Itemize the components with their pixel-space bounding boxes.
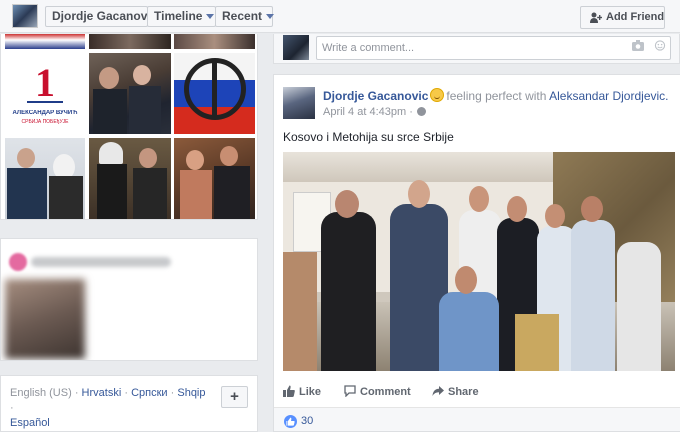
separator: ·	[10, 402, 14, 414]
photo-thumbnail[interactable]	[174, 138, 255, 219]
photo-thumbnail[interactable]	[89, 53, 171, 134]
camera-icon[interactable]	[632, 40, 644, 51]
emoji-icon[interactable]	[654, 40, 666, 51]
post-text: Kosovo i Metohija su srce Srbije	[283, 130, 454, 144]
profile-header-bar: Djordje Gacanovic Timeline Recent Add Fr…	[0, 0, 680, 33]
separator: ·	[124, 387, 129, 399]
recent-dropdown[interactable]: Recent	[215, 6, 275, 27]
add-friend-button[interactable]: Add Friend	[580, 6, 665, 29]
poster-caption: АЛЕКСАНДАР ВУЧИЋ	[12, 110, 78, 116]
photo-thumbnail[interactable]	[89, 34, 171, 49]
language-link-hrvatski[interactable]: Hrvatski	[82, 387, 122, 399]
post-header: Djordje Gacanovic feeling perfect with Al…	[323, 88, 673, 103]
thumbs-up-icon	[283, 385, 295, 397]
share-label: Share	[448, 386, 479, 398]
separator: ·	[74, 387, 79, 399]
post-actions-bar: Like Comment Share	[274, 381, 680, 403]
photo-thumbnail[interactable]	[5, 34, 85, 49]
smile-emoji-icon	[430, 88, 445, 102]
recent-label: Recent	[222, 9, 263, 23]
more-languages-button[interactable]: +	[221, 386, 248, 408]
globe-icon	[416, 107, 426, 116]
add-friend-label: Add Friend	[606, 11, 665, 23]
comment-bubble-icon	[344, 385, 356, 398]
language-current: English (US)	[10, 387, 72, 399]
timestamp-text: April 4 at 4:43pm ·	[323, 106, 413, 118]
photo-thumbnail[interactable]	[5, 138, 85, 219]
comment-input[interactable]: Write a comment...	[316, 36, 671, 60]
friends-icon	[9, 253, 27, 271]
poster-underline	[27, 101, 63, 103]
language-link-srpski[interactable]: Српски	[131, 387, 167, 399]
author-avatar[interactable]	[283, 87, 315, 119]
reactions-summary: 30	[274, 407, 680, 431]
tagged-friend-link[interactable]: Aleksandar Djordjevic.	[549, 89, 668, 103]
poster-number: 1	[35, 60, 55, 105]
photo-thumbnail[interactable]	[89, 138, 171, 219]
comment-button[interactable]: Comment	[344, 385, 411, 398]
footer-links-cutoff	[0, 425, 258, 432]
post-timestamp[interactable]: April 4 at 4:43pm ·	[323, 106, 426, 118]
photo-flag-peace[interactable]	[174, 53, 255, 134]
blurred-friends-card	[0, 238, 258, 361]
poster-slogan: СРБИЈА ПОБЕђУЈЕ	[21, 119, 69, 125]
profile-avatar-thumbnail[interactable]	[12, 4, 38, 28]
like-button[interactable]: Like	[283, 385, 321, 398]
blurred-heading	[31, 257, 171, 267]
chevron-down-icon	[266, 14, 275, 20]
photo-vucic-poster[interactable]: 1 АЛЕКСАНДАР ВУЧИЋ СРБИЈА ПОБЕђУЈЕ	[5, 53, 85, 134]
comment-label: Comment	[360, 386, 411, 398]
photos-grid-card: 1 АЛЕКСАНДАР ВУЧИЋ СРБИЈА ПОБЕђУЈЕ	[0, 34, 258, 220]
author-name-link[interactable]: Djordje Gacanovic	[323, 89, 428, 103]
add-person-icon	[590, 12, 602, 23]
timeline-dropdown[interactable]: Timeline	[147, 6, 216, 27]
photo-thumbnail[interactable]	[174, 34, 255, 49]
separator: ·	[170, 387, 175, 399]
like-count[interactable]: 30	[301, 415, 313, 427]
profile-name-button[interactable]: Djordje Gacanovic	[45, 6, 157, 27]
language-selector-card: English (US) · Hrvatski · Српски · Shqip…	[0, 375, 258, 432]
like-reaction-icon	[284, 415, 297, 428]
feeling-text: feeling perfect with	[446, 89, 547, 103]
comment-composer: Write a comment...	[273, 34, 680, 64]
post-photo[interactable]	[283, 152, 675, 371]
chevron-down-icon	[206, 14, 215, 20]
blurred-photo[interactable]	[5, 279, 85, 359]
timeline-label: Timeline	[154, 9, 203, 23]
like-label: Like	[299, 386, 322, 398]
commenter-avatar	[283, 35, 309, 60]
timeline-post: Djordje Gacanovic feeling perfect with Al…	[273, 74, 680, 432]
share-arrow-icon	[432, 386, 444, 396]
share-button[interactable]: Share	[432, 385, 479, 398]
language-link-shqip[interactable]: Shqip	[177, 387, 205, 399]
